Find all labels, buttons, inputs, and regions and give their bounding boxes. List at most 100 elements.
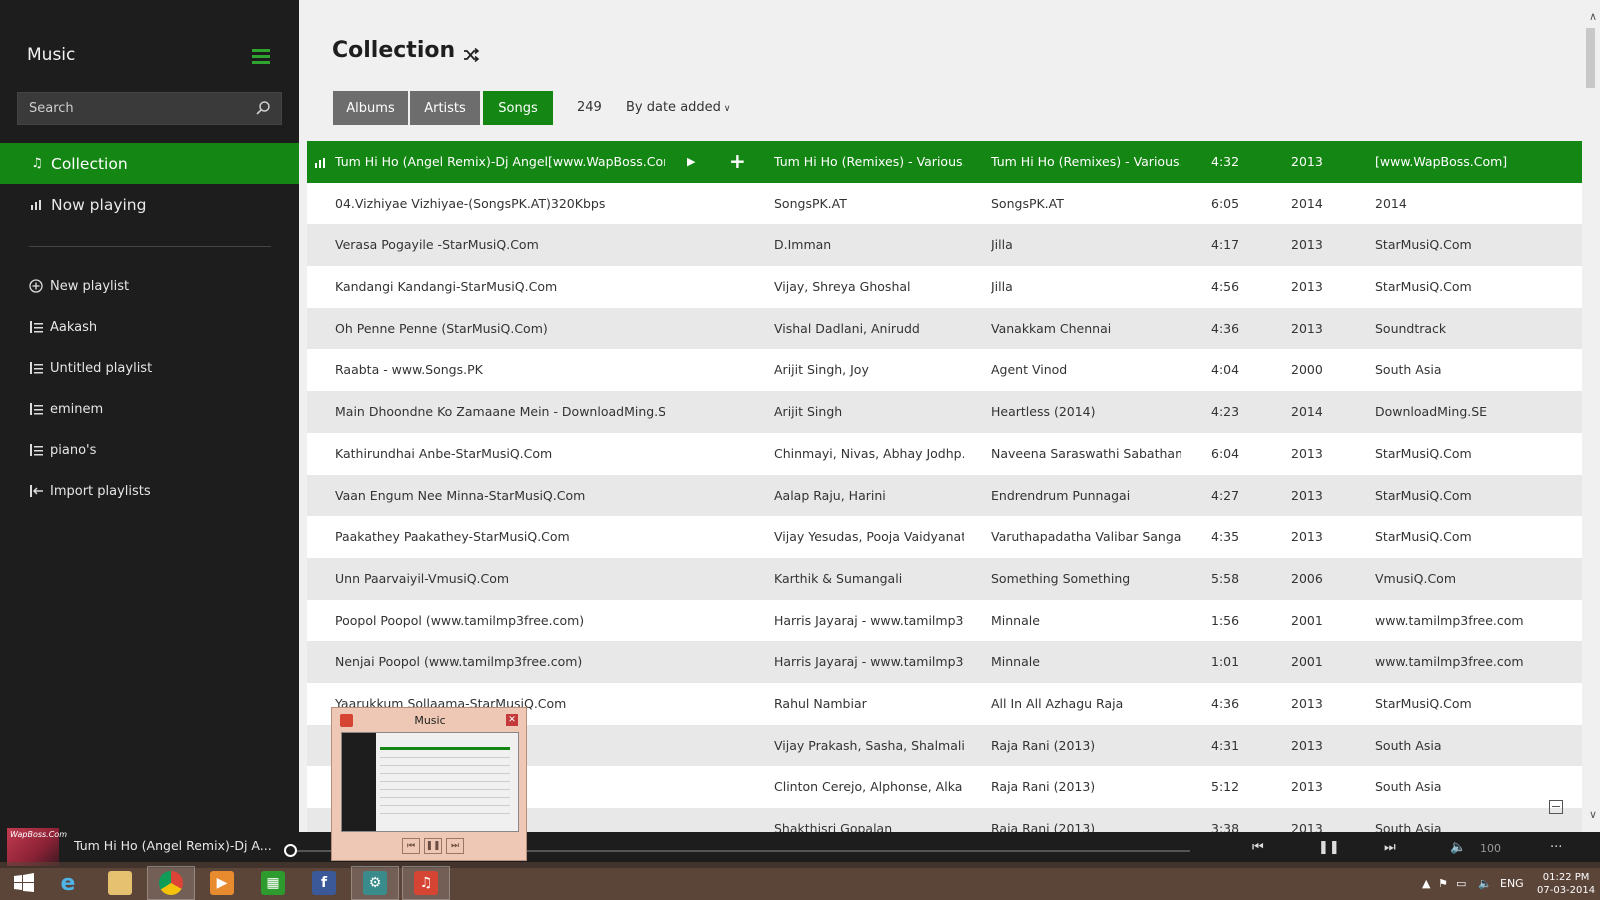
song-year: 2013	[1291, 737, 1323, 753]
song-year: 2013	[1291, 529, 1323, 545]
network-icon[interactable]: ▭	[1456, 877, 1466, 890]
song-row[interactable]: Paakathey Paakathey-StarMusiQ.Com Vijay Y…	[307, 516, 1590, 558]
play-icon[interactable]: ▶	[687, 141, 701, 183]
song-title: Nenjai Poopol (www.tamilmp3free.com)	[335, 654, 583, 670]
song-row[interactable]: Verasa Pogayile -StarMusiQ.Com D.Imman Jil…	[307, 224, 1590, 267]
equalizer-icon	[315, 141, 329, 183]
scrollbar[interactable]: ∧ ∨	[1582, 0, 1600, 832]
pause-icon[interactable]: ❚❚	[424, 838, 442, 854]
song-artist: D.Imman	[774, 237, 832, 253]
song-album: Tum Hi Ho (Remixes) - Various...	[991, 154, 1181, 169]
song-artist: Harris Jayaraj - www.tamilmp3f...	[774, 654, 964, 670]
sort-dropdown[interactable]: By date added ∨	[626, 100, 731, 115]
thumbnail-preview[interactable]	[341, 732, 519, 832]
song-album: Heartless (2014)	[991, 404, 1096, 420]
more-icon[interactable]: ···	[1550, 840, 1562, 855]
taskbar-thumbnail-popup[interactable]: Music ✕ ⏮ ❚❚ ⏭	[331, 707, 527, 861]
sidebar-item-label: Import playlists	[50, 483, 151, 499]
close-icon[interactable]: ✕	[506, 714, 518, 726]
song-row[interactable]: Poopol Poopol (www.tamilmp3free.com) Harr…	[307, 599, 1590, 642]
playlist-icon	[29, 361, 43, 375]
search-icon[interactable]	[255, 100, 271, 116]
song-duration: 5:58	[1211, 570, 1240, 586]
windows-start-icon[interactable]	[0, 866, 48, 900]
sidebar-item-new-playlist[interactable]: New playlist	[0, 271, 299, 301]
song-row[interactable]: Unn Paarvaiyil-VmusiQ.Com Karthik & Suman…	[307, 557, 1590, 600]
collapse-icon[interactable]	[1549, 800, 1563, 814]
song-genre: 2014	[1375, 195, 1407, 211]
song-row[interactable]: Kathirundhai Anbe-StarMusiQ.Com Chinmayi,…	[307, 432, 1590, 475]
media-player-icon[interactable]: ▶	[198, 866, 246, 900]
flag-icon[interactable]: ⚑	[1438, 877, 1448, 890]
next-track-icon[interactable]: ⏭	[446, 838, 464, 854]
store-icon[interactable]: ▦	[249, 866, 297, 900]
file-explorer-icon[interactable]	[96, 866, 144, 900]
song-row[interactable]: Nenjai Poopol (www.tamilmp3free.com) Harr…	[307, 641, 1590, 683]
shuffle-icon[interactable]	[462, 46, 480, 64]
tab-artists[interactable]: Artists	[410, 91, 480, 125]
song-album: Minnale	[991, 612, 1040, 628]
previous-track-icon[interactable]: ⏮	[1252, 840, 1264, 855]
song-row[interactable]: 04.Vizhiyae Vizhiyae-(SongsPK.AT)320Kbps…	[307, 182, 1590, 225]
song-duration: 4:27	[1211, 487, 1240, 503]
equalizer-icon	[30, 198, 44, 212]
nav-item-collection[interactable]: ♫ Collection	[0, 143, 299, 184]
song-row[interactable]: Vaan Engum Nee Minna-StarMusiQ.Com Aalap …	[307, 474, 1590, 517]
scroll-up-icon[interactable]: ∧	[1589, 10, 1597, 23]
sidebar-item-untitled-playlist[interactable]: Untitled playlist	[0, 353, 299, 383]
song-row[interactable]: Tum Hi Ho (Angel Remix)-Dj Angel[www.Wap…	[307, 141, 1590, 183]
scroll-thumb[interactable]	[1586, 28, 1595, 88]
album-art-label: WapBoss.Com	[10, 830, 67, 839]
sidebar-item-aakash[interactable]: Aakash	[0, 312, 299, 342]
song-album: Raja Rani (2013)	[991, 821, 1096, 832]
sidebar-item-eminem[interactable]: eminem	[0, 394, 299, 424]
song-artist: Aalap Raju, Harini	[774, 487, 886, 503]
thumbnail-title: Music	[414, 714, 446, 727]
nav-item-label: Collection	[51, 154, 128, 173]
volume-icon[interactable]: 🔈	[1450, 840, 1466, 855]
album-art[interactable]: WapBoss.Com	[7, 828, 67, 866]
song-album: Minnale	[991, 654, 1040, 670]
sidebar-item-pianos[interactable]: piano's	[0, 435, 299, 465]
song-genre: South Asia	[1375, 362, 1442, 378]
song-artist: Karthik & Sumangali	[774, 570, 903, 586]
next-track-icon[interactable]: ⏭	[1384, 840, 1396, 855]
song-artist: Clinton Cerejo, Alphonse, Alka	[774, 779, 963, 795]
song-album: SongsPK.AT	[991, 195, 1064, 211]
pc-settings-icon[interactable]: ⚙	[351, 866, 399, 900]
add-to-playlist-icon[interactable]: +	[729, 141, 745, 183]
tab-songs[interactable]: Songs	[483, 91, 553, 125]
clock[interactable]: 01:22 PM 07-03-2014	[1537, 871, 1595, 897]
song-artist: Vijay, Shreya Ghoshal	[774, 279, 911, 295]
progress-knob[interactable]	[284, 844, 297, 857]
song-genre: StarMusiQ.Com	[1375, 529, 1472, 545]
song-title: Paakathey Paakathey-StarMusiQ.Com	[335, 529, 570, 545]
song-year: 2013	[1291, 445, 1323, 461]
nav-item-now-playing[interactable]: Now playing	[0, 184, 299, 225]
song-row[interactable]: Oh Penne Penne (StarMusiQ.Com) Vishal Dad…	[307, 307, 1590, 350]
song-row[interactable]: Kandangi Kandangi-StarMusiQ.Com Vijay, Sh…	[307, 266, 1590, 308]
internet-explorer-icon[interactable]: e	[44, 866, 92, 900]
song-duration: 6:05	[1211, 195, 1240, 211]
song-year: 2013	[1291, 487, 1323, 503]
scroll-down-icon[interactable]: ∨	[1589, 808, 1597, 821]
chrome-icon[interactable]	[147, 866, 195, 900]
sidebar-item-import-playlists[interactable]: Import playlists	[0, 476, 299, 506]
facebook-icon[interactable]: f	[300, 866, 348, 900]
song-row[interactable]: Raabta - www.Songs.PK Arijit Singh, Joy Ag…	[307, 349, 1590, 392]
sidebar-item-label: Aakash	[50, 319, 98, 335]
previous-track-icon[interactable]: ⏮	[402, 838, 420, 854]
song-year: 2013	[1291, 320, 1323, 336]
language-indicator[interactable]: ENG	[1500, 877, 1524, 890]
search-input[interactable]	[18, 93, 248, 124]
speaker-icon[interactable]: 🔈	[1478, 877, 1492, 890]
hamburger-menu-icon[interactable]	[252, 49, 270, 64]
tray-expand-icon[interactable]: ▲	[1422, 877, 1430, 890]
song-row[interactable]: Main Dhoondne Ko Zamaane Mein - Download…	[307, 391, 1590, 433]
song-album: Endrendrum Punnagai	[991, 487, 1131, 503]
pause-icon[interactable]: ❚❚	[1318, 840, 1340, 855]
music-app-icon[interactable]: ♫	[402, 866, 450, 900]
tab-albums[interactable]: Albums	[333, 91, 408, 125]
song-genre: StarMusiQ.Com	[1375, 279, 1472, 295]
song-duration: 4:36	[1211, 320, 1240, 336]
